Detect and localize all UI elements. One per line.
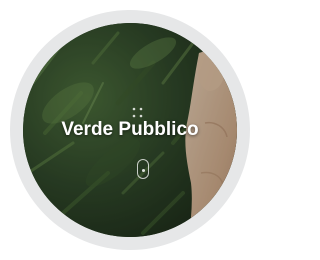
grid-dots-icon [132,107,143,118]
pill-button-dot [141,169,145,172]
widget-frame: Verde Pubblico [0,0,259,260]
widget-disc[interactable]: Verde Pubblico [23,23,237,237]
pill-button-icon[interactable] [137,159,149,179]
widget-title: Verde Pubblico [61,119,199,140]
